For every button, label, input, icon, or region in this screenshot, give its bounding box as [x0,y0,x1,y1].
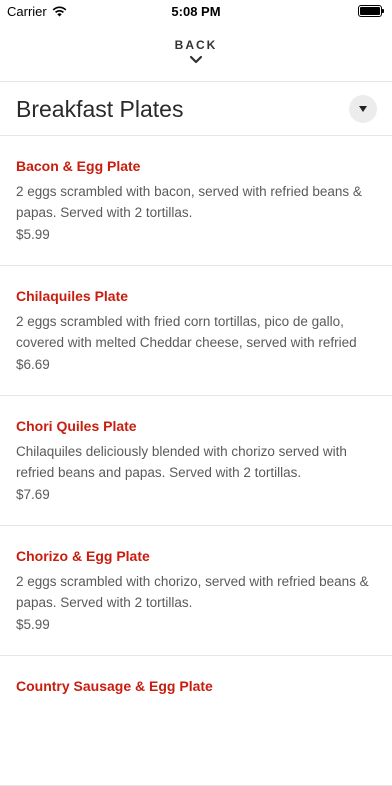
back-button[interactable]: BACK [0,30,392,80]
caret-down-icon [359,106,367,112]
section-header: Breakfast Plates [0,82,392,136]
item-name: Chori Quiles Plate [16,418,137,434]
item-name: Country Sausage & Egg Plate [16,678,213,694]
item-price: $6.69 [16,357,50,372]
item-price: $5.99 [16,617,50,632]
item-description: 2 eggs scrambled with fried corn tortill… [16,314,357,350]
item-name: Chilaquiles Plate [16,288,129,304]
menu-item[interactable]: Chori Quiles Plate Chilaquiles delicious… [0,396,392,526]
item-description [16,701,376,743]
menu-item[interactable]: Chorizo & Egg Plate 2 eggs scrambled wit… [0,526,392,656]
collapse-button[interactable] [349,95,377,123]
item-name: Bacon & Egg Plate [16,158,141,174]
item-description: Chilaquiles deliciously blended with cho… [16,444,347,480]
section-title: Breakfast Plates [16,96,184,122]
status-bar: Carrier 5:08 PM [0,0,392,24]
chevron-down-icon [189,55,203,64]
menu-item[interactable]: Chilaquiles Plate 2 eggs scrambled with … [0,266,392,396]
back-label: BACK [174,38,218,52]
menu-item[interactable]: Bacon & Egg Plate 2 eggs scrambled with … [0,136,392,266]
item-price: $5.99 [16,227,50,242]
menu-list: Bacon & Egg Plate 2 eggs scrambled with … [0,136,392,786]
status-time: 5:08 PM [171,4,221,19]
item-description: 2 eggs scrambled with bacon, served with… [16,184,362,220]
item-description: 2 eggs scrambled with chorizo, served wi… [16,574,369,610]
item-price: $7.69 [16,487,50,502]
menu-item[interactable]: Country Sausage & Egg Plate [0,656,392,786]
item-name: Chorizo & Egg Plate [16,548,150,564]
battery-icon [358,5,384,17]
